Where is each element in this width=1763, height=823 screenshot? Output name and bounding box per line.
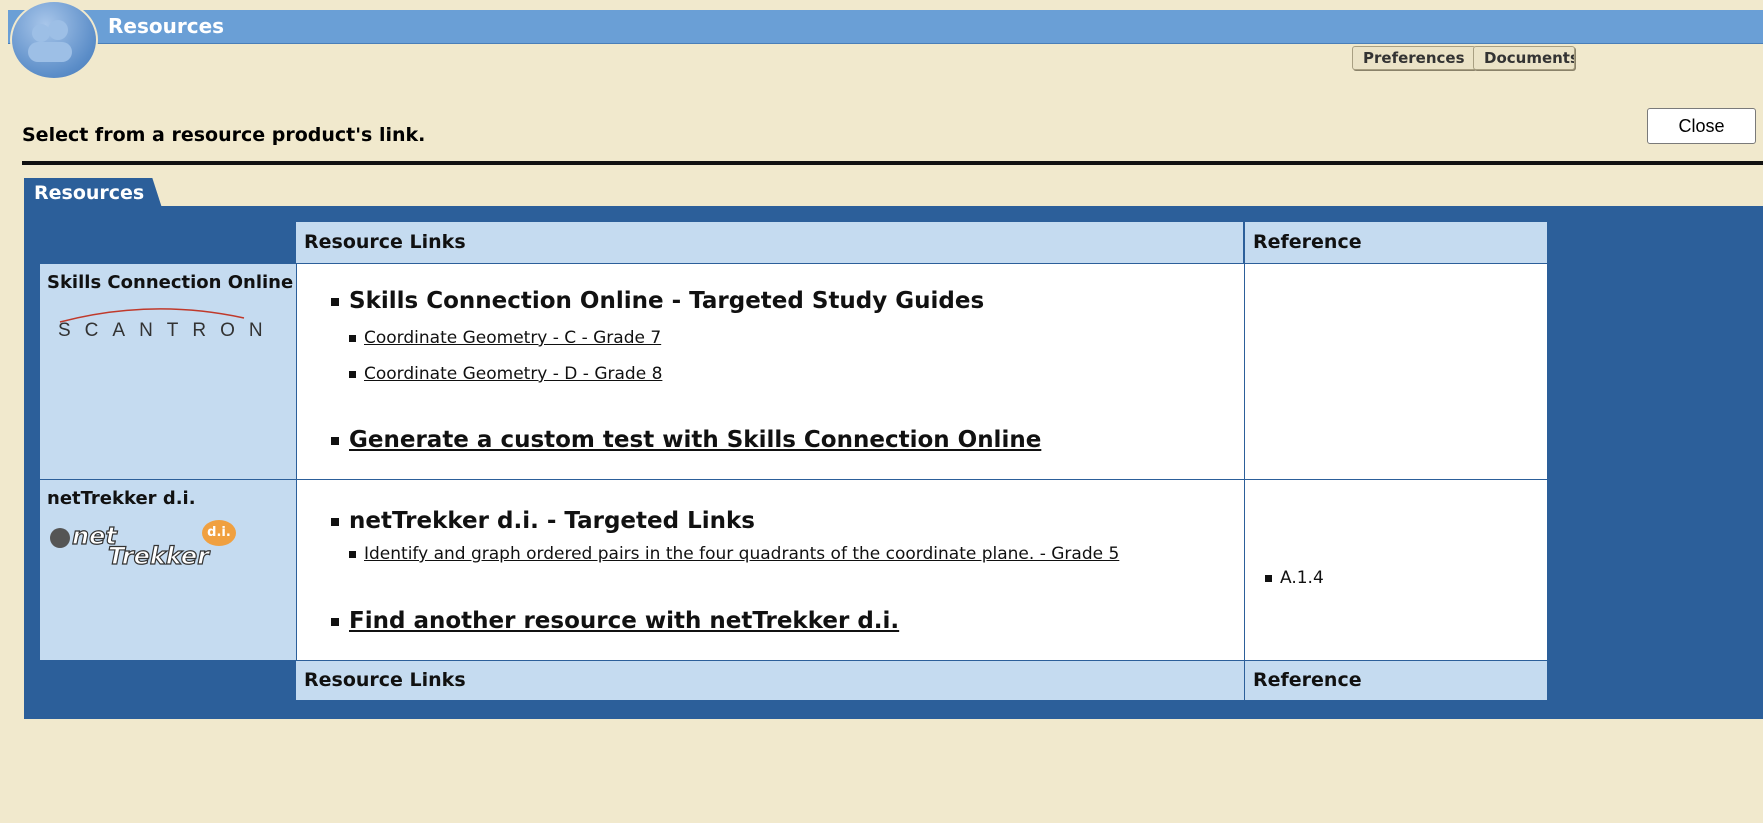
users-icon [10,0,98,80]
list-item: Coordinate Geometry - D - Grade 8 [349,364,662,384]
nettrekker-logo-badge: d.i. [202,520,236,546]
action-find-resource: Find another resource with netTrekker d.… [331,608,899,634]
scantron-logo-text: SCANTRON [58,320,277,341]
footer-resource-links: Resource Links [296,661,1244,700]
documents-button[interactable]: Documents [1473,46,1575,70]
preferences-button[interactable]: Preferences [1352,46,1476,70]
window-edge [0,0,6,823]
row-skills-links: Skills Connection Online - Targeted Stud… [297,264,1244,479]
link-coordinate-geometry-d[interactable]: Coordinate Geometry - D - Grade 8 [364,364,662,384]
divider [22,161,1763,165]
bullet-icon [1265,574,1272,582]
list-item: Identify and graph ordered pairs in the … [349,544,1119,564]
bullet-icon [331,436,339,445]
footer-reference: Reference [1245,661,1547,700]
product-name: Skills Connection Online [47,272,294,293]
product-skills-connection: Skills Connection Online SCANTRON [40,264,296,479]
tab-resources[interactable]: Resources [24,178,162,208]
action-generate-test: Generate a custom test with Skills Conne… [331,427,1041,453]
bullet-icon [331,617,339,626]
nettrekker-logo: net Trekker d.i. [50,520,270,580]
product-name: netTrekker d.i. [47,488,196,509]
close-button[interactable]: Close [1647,108,1756,144]
header-corner [40,222,296,263]
find-resource-link[interactable]: Find another resource with netTrekker d.… [349,608,899,634]
section-title-skills: Skills Connection Online - Targeted Stud… [331,288,984,314]
reference-item: A.1.4 [1265,568,1324,588]
reference-value: A.1.4 [1280,568,1324,588]
row-nettrekker-links: netTrekker d.i. - Targeted Links Identif… [297,480,1244,660]
bullet-icon [349,334,356,342]
title-bar [8,10,1763,44]
window-title: Resources [108,14,225,38]
section-title-nettrekker: netTrekker d.i. - Targeted Links [331,508,755,534]
bullet-icon [331,297,339,306]
nettrekker-logo-text-trekker: Trekker [107,541,210,570]
section-title-text: Skills Connection Online - Targeted Stud… [349,288,985,314]
section-title-text: netTrekker d.i. - Targeted Links [349,508,755,534]
header-resource-links: Resource Links [296,222,1244,263]
reference-cell [1245,264,1547,479]
link-identify-graph-ordered-pairs[interactable]: Identify and graph ordered pairs in the … [364,544,1119,564]
bullet-icon [349,370,356,378]
header-reference: Reference [1245,222,1547,263]
product-nettrekker: netTrekker d.i. net Trekker d.i. [40,480,296,660]
generate-test-link[interactable]: Generate a custom test with Skills Conne… [349,427,1041,453]
bullet-icon [349,550,356,558]
reference-cell: A.1.4 [1245,480,1547,660]
resources-panel: Resource Links Reference Skills Connecti… [24,206,1763,719]
nettrekker-logo-mark [50,528,70,548]
list-item: Coordinate Geometry - C - Grade 7 [349,328,661,348]
link-coordinate-geometry-c[interactable]: Coordinate Geometry - C - Grade 7 [364,328,661,348]
bullet-icon [331,517,339,526]
scantron-logo: SCANTRON [52,300,263,350]
instruction-text: Select from a resource product's link. [22,124,426,146]
